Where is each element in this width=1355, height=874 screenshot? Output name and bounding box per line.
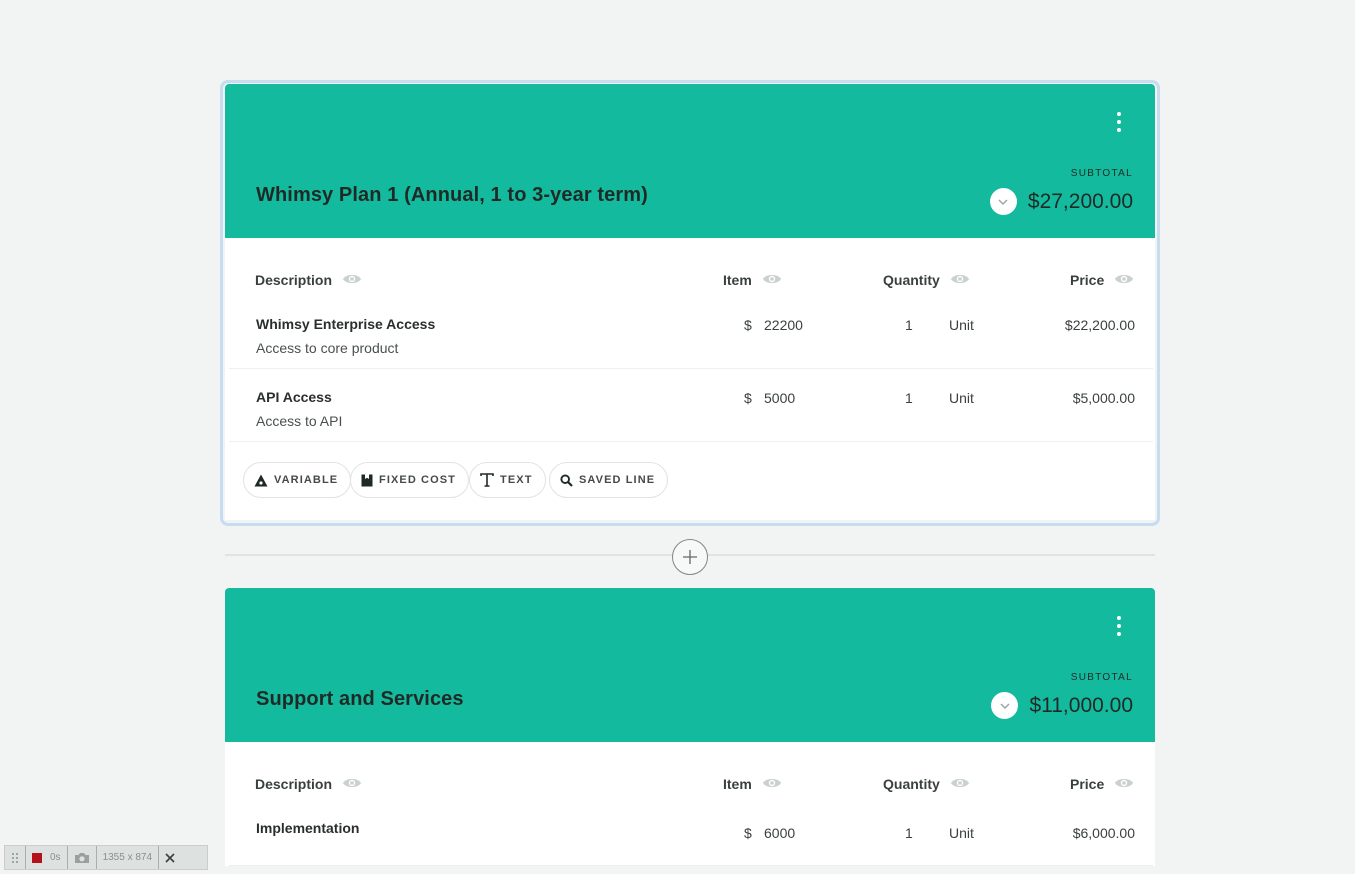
eye-icon[interactable] <box>762 776 782 793</box>
chevron-down-icon[interactable] <box>989 188 1017 215</box>
column-description: Description <box>255 774 362 794</box>
add-line-toolbar: VARIABLE FIXED COST TEXT SAVED LINE <box>225 442 1155 520</box>
column-description-label: Description <box>255 776 333 792</box>
column-quantity-label: Quantity <box>883 776 940 792</box>
column-quantity-label: Quantity <box>883 272 940 288</box>
line-price: $6,000.00 <box>1072 825 1135 841</box>
line-price: $5,000.00 <box>1072 390 1135 406</box>
eye-icon[interactable] <box>1114 776 1134 793</box>
quantity-field[interactable]: 1 <box>905 825 913 841</box>
recording-controls: 0s <box>26 846 68 869</box>
line-item-subtitle: Access to core product <box>256 340 399 356</box>
subtotal-row: $27,200.00 <box>989 188 1133 215</box>
chevron-down-icon[interactable] <box>991 692 1019 719</box>
quantity-field[interactable]: 1 <box>905 390 913 406</box>
section-body: Description Item Quantity Price Implemen… <box>225 742 1155 866</box>
line-item-title: Implementation <box>256 820 360 836</box>
subtotal-label: SUBTOTAL <box>1070 672 1133 683</box>
section-header: Support and Services SUBTOTAL $11,000.00 <box>225 588 1155 742</box>
add-saved-line-label: SAVED LINE <box>579 474 656 486</box>
line-item-title: Whimsy Enterprise Access <box>256 316 436 332</box>
column-quantity: Quantity <box>883 774 970 794</box>
add-text-label: TEXT <box>500 474 533 486</box>
eye-icon[interactable] <box>1114 272 1134 289</box>
column-header-row: Description Item Quantity Price <box>225 742 1155 800</box>
quantity-field[interactable]: 1 <box>905 317 913 333</box>
column-item-label: Item <box>723 776 752 792</box>
section-header: Whimsy Plan 1 (Annual, 1 to 3-year term)… <box>225 84 1155 238</box>
section-body: Description Item Quantity Price Whimsy E… <box>225 238 1155 520</box>
pricing-section-whimsy-plan: Whimsy Plan 1 (Annual, 1 to 3-year term)… <box>225 84 1155 520</box>
currency-symbol: $ <box>744 317 752 333</box>
item-amount-field[interactable]: 5000 <box>764 390 795 406</box>
line-price: $22,200.00 <box>1064 317 1135 333</box>
column-price: Price <box>1070 774 1134 794</box>
add-variable-button[interactable]: VARIABLE <box>243 462 352 498</box>
line-item-row[interactable]: Whimsy Enterprise Access Access to core … <box>229 296 1153 369</box>
recording-time: 0s <box>50 852 61 863</box>
eye-icon[interactable] <box>762 272 782 289</box>
text-icon <box>480 473 494 487</box>
unit-label: Unit <box>949 317 974 333</box>
unit-label: Unit <box>949 390 974 406</box>
eye-icon[interactable] <box>342 272 362 289</box>
add-variable-label: VARIABLE <box>274 474 339 486</box>
column-description-label: Description <box>255 272 333 288</box>
line-item-title: API Access <box>256 389 332 405</box>
item-amount-field[interactable]: 6000 <box>764 825 795 841</box>
subtotal-value: $27,200.00 <box>1027 189 1133 213</box>
currency-symbol: $ <box>744 390 752 406</box>
add-fixed-cost-label: FIXED COST <box>379 474 457 486</box>
record-stop-icon[interactable] <box>32 852 42 863</box>
kebab-menu-icon[interactable] <box>1111 616 1127 636</box>
column-header-row: Description Item Quantity Price <box>225 238 1155 296</box>
subtotal-label: SUBTOTAL <box>1070 168 1133 179</box>
column-description: Description <box>255 270 362 290</box>
item-amount-field[interactable]: 22200 <box>764 317 803 333</box>
column-price: Price <box>1070 270 1134 290</box>
subtotal-row: $11,000.00 <box>991 692 1133 719</box>
unit-label: Unit <box>949 825 974 841</box>
kebab-menu-icon[interactable] <box>1111 112 1127 132</box>
line-item-row[interactable]: Implementation $ 6000 1 Unit $6,000.00 <box>229 800 1153 866</box>
column-item-label: Item <box>723 272 752 288</box>
column-item: Item <box>723 270 782 290</box>
eye-icon[interactable] <box>950 272 970 289</box>
section-title: Whimsy Plan 1 (Annual, 1 to 3-year term) <box>256 184 648 206</box>
column-price-label: Price <box>1070 272 1105 288</box>
close-icon[interactable] <box>159 846 181 869</box>
add-text-button[interactable]: TEXT <box>469 462 546 498</box>
drag-handle-icon[interactable] <box>5 846 26 869</box>
line-item-row[interactable]: API Access Access to API $ 5000 1 Unit $… <box>229 369 1153 442</box>
eye-icon[interactable] <box>342 776 362 793</box>
plus-icon <box>683 550 697 564</box>
eye-icon[interactable] <box>950 776 970 793</box>
add-section-button[interactable] <box>672 539 708 575</box>
column-price-label: Price <box>1070 776 1105 792</box>
fixed-cost-icon <box>361 474 373 486</box>
add-saved-line-button[interactable]: SAVED LINE <box>549 462 669 498</box>
column-item: Item <box>723 774 782 794</box>
viewport-size: 1355 x 874 <box>97 846 160 869</box>
search-icon <box>560 473 573 487</box>
pricing-section-support-services: Support and Services SUBTOTAL $11,000.00… <box>225 588 1155 866</box>
subtotal-value: $11,000.00 <box>1029 693 1133 717</box>
add-fixed-cost-button[interactable]: FIXED COST <box>350 462 470 498</box>
camera-icon[interactable] <box>68 846 97 869</box>
line-item-subtitle: Access to API <box>256 413 343 429</box>
variable-icon <box>254 474 268 486</box>
currency-symbol: $ <box>744 825 752 841</box>
recorder-toolbar: 0s 1355 x 874 <box>4 845 208 870</box>
section-title: Support and Services <box>256 688 464 710</box>
column-quantity: Quantity <box>883 270 970 290</box>
